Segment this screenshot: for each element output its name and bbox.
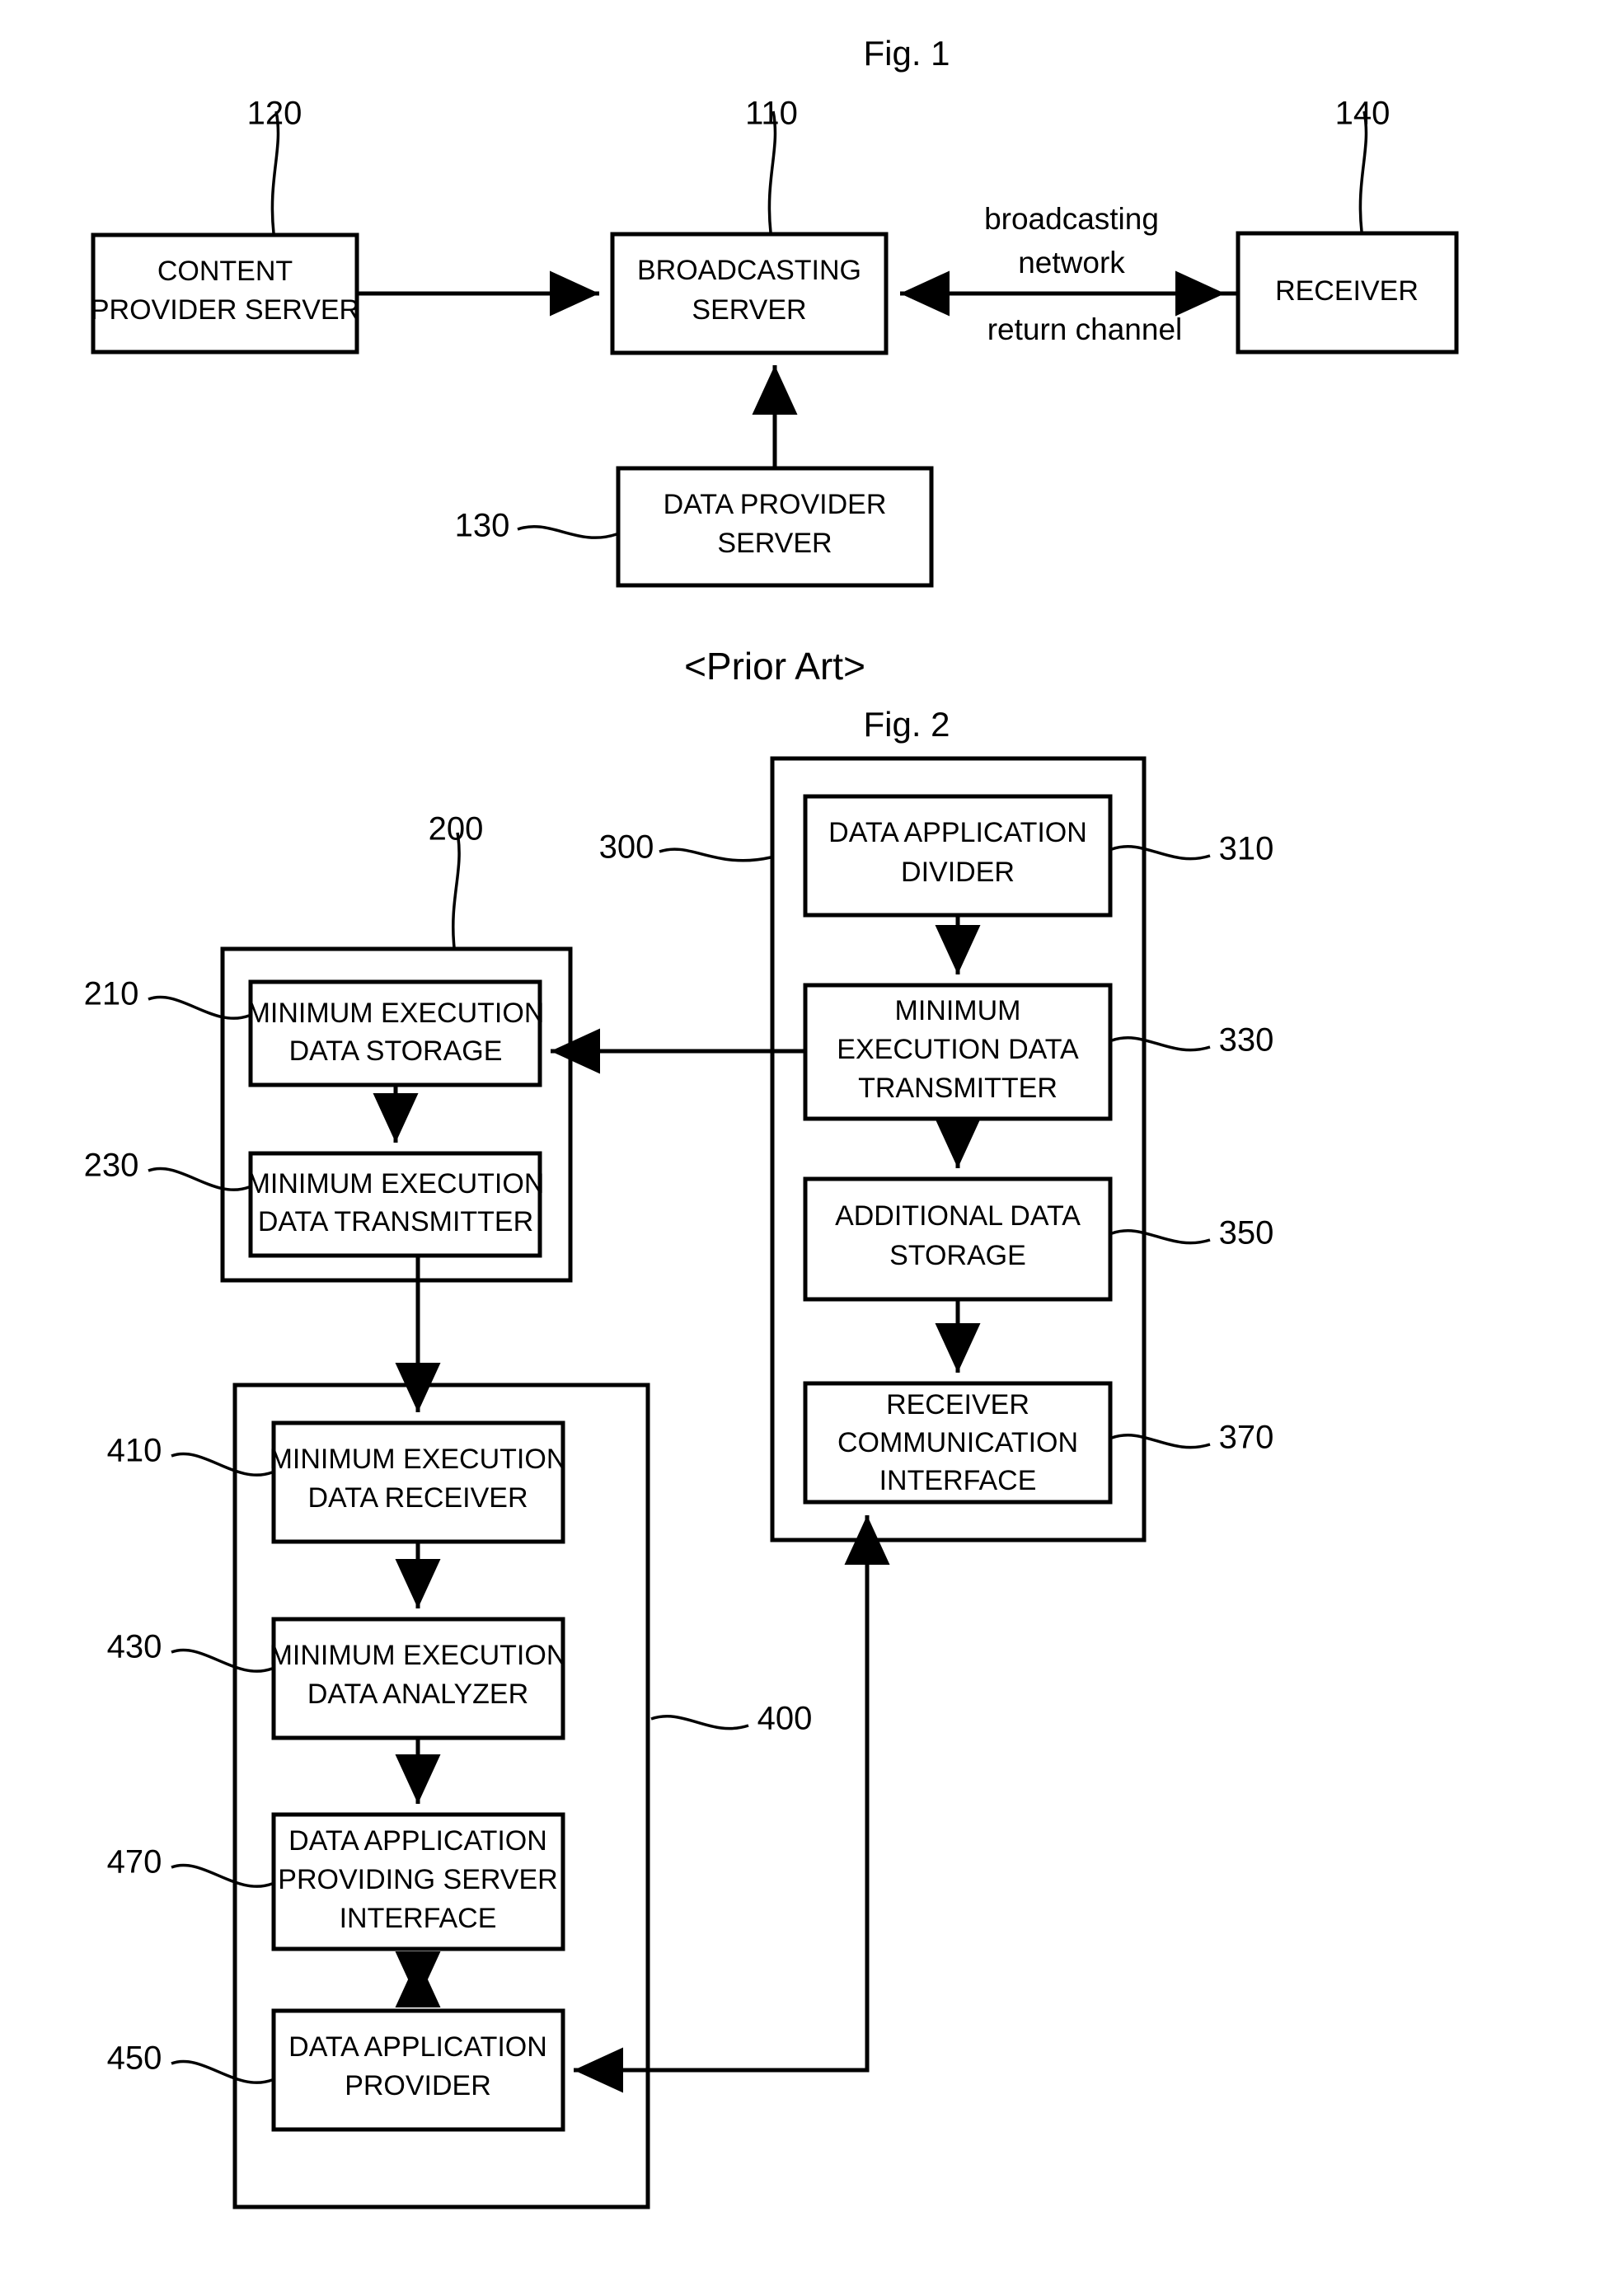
additional-data-storage-line2: STORAGE [889,1240,1026,1271]
fig1-title: Fig. 1 [863,34,950,73]
leader-300 [659,848,771,862]
receiver-comm-interface-line1: RECEIVER [886,1389,1029,1420]
min-exec-analyzer-line2: DATA ANALYZER [307,1679,528,1710]
arrow-450-to-370-return [574,1515,890,2073]
ref-200: 200 [429,811,484,848]
data-application-divider-line2: DIVIDER [901,857,1015,888]
prior-art-note: <Prior Art> [684,645,865,688]
ref-370: 370 [1219,1420,1274,1456]
min-exec-receiver-line2: DATA RECEIVER [307,1482,528,1514]
min-exec-transmitter300-line1: MINIMUM [895,995,1021,1026]
min-exec-transmitter200-line1: MINIMUM EXECUTION [247,1168,545,1200]
data-application-provider-line2: PROVIDER [345,2070,491,2101]
data-provider-server-line2: SERVER [717,528,832,559]
return-channel-label: return channel [987,312,1183,346]
min-exec-transmitter300-line2: EXECUTION DATA [837,1034,1079,1065]
additional-data-storage-line1: ADDITIONAL DATA [835,1200,1081,1232]
receiver-label: RECEIVER [1275,275,1419,307]
leader-330 [1111,1036,1211,1052]
broadcasting-server-line1: BROADCASTING [637,255,861,286]
ref-110: 110 [745,96,798,132]
content-provider-server-line1: CONTENT [157,256,293,287]
broadcasting-server-line2: SERVER [692,294,806,326]
ref-310: 310 [1219,831,1274,867]
leader-370 [1111,1434,1211,1449]
ref-450: 450 [107,2040,162,2077]
ref-140: 140 [1335,96,1391,132]
leader-470 [171,1863,273,1888]
ref-120: 120 [247,96,302,132]
data-application-provider-line1: DATA APPLICATION [288,2031,547,2063]
ref-410: 410 [107,1433,162,1469]
ref-210: 210 [84,976,139,1012]
ref-230: 230 [84,1148,139,1184]
data-provider-server-line1: DATA PROVIDER [664,489,887,520]
min-exec-analyzer-line1: MINIMUM EXECUTION [270,1640,567,1671]
broadcasting-network-line2: network [1018,246,1125,279]
receiver-comm-interface-line2: COMMUNICATION [837,1427,1078,1458]
dapsi-line1: DATA APPLICATION [288,1825,547,1857]
receiver-comm-interface-line3: INTERFACE [879,1465,1037,1496]
ref-470: 470 [107,1844,162,1880]
ref-130: 130 [455,508,510,544]
min-exec-receiver-line1: MINIMUM EXECUTION [270,1444,567,1475]
drawing-canvas: Fig. 1 CONTENT PROVIDER SERVER 120 BROAD… [84,34,1459,2209]
leader-230 [148,1167,250,1191]
leader-210 [148,995,250,1020]
broadcasting-network-line1: broadcasting [984,202,1159,236]
leader-450 [171,2059,273,2084]
min-exec-transmitter300-line3: TRANSMITTER [858,1073,1058,1104]
ref-430: 430 [107,1629,162,1665]
ref-350: 350 [1219,1215,1274,1251]
leader-430 [171,1648,273,1673]
min-exec-storage-line2: DATA STORAGE [289,1035,503,1067]
ref-330: 330 [1219,1022,1274,1059]
leader-350 [1111,1229,1211,1245]
leader-130 [517,524,617,539]
ref-400: 400 [757,1701,813,1737]
leader-200 [452,832,461,948]
fig2-title: Fig. 2 [863,705,950,744]
leader-410 [171,1452,273,1477]
min-exec-transmitter200-line2: DATA TRANSMITTER [258,1206,533,1237]
leader-310 [1111,845,1211,861]
data-application-divider-line1: DATA APPLICATION [828,817,1087,848]
dapsi-line3: INTERFACE [340,1903,497,1934]
dapsi-line2: PROVIDING SERVER [278,1864,557,1895]
ref-300: 300 [599,829,654,866]
min-exec-storage-line1: MINIMUM EXECUTION [247,998,545,1029]
leader-400 [650,1715,749,1730]
content-provider-server-line2: PROVIDER SERVER [91,294,359,326]
patent-drawing-sheet: Fig. 1 CONTENT PROVIDER SERVER 120 BROAD… [0,0,1618,2296]
